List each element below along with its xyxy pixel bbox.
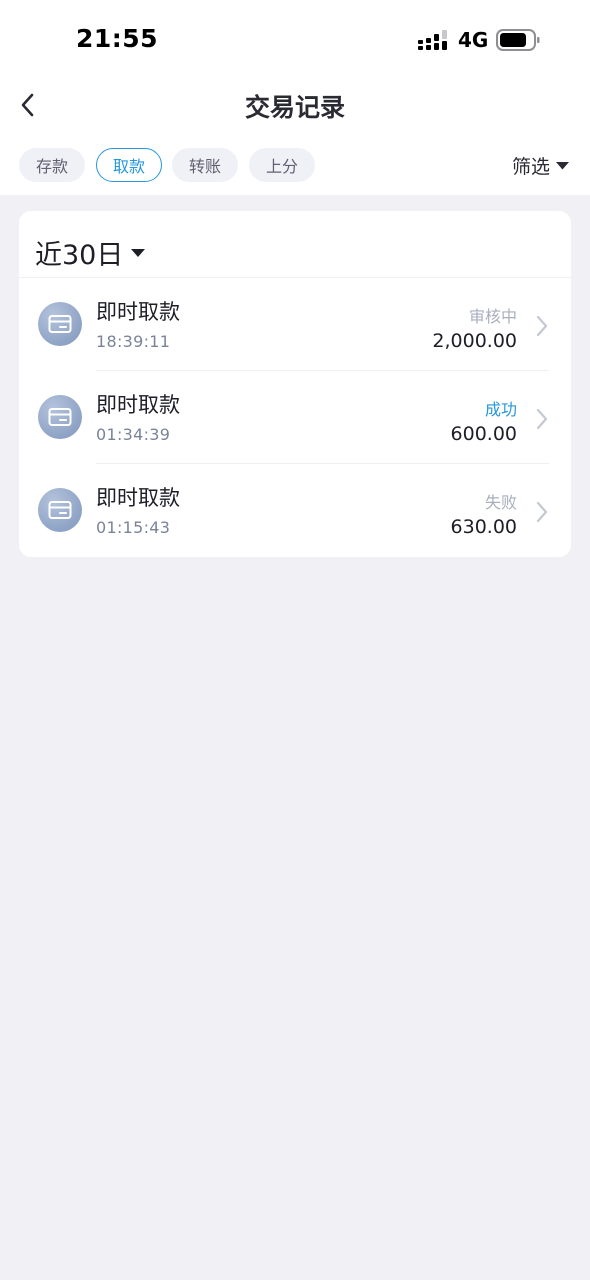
chevron-right-icon [536, 408, 548, 430]
transaction-row[interactable]: 即时取款 01:15:43 失败 630.00 [19, 464, 571, 557]
transaction-card: 近30日 即时取款 18:39:11 审核中 2,000.00 即时取款 01:… [19, 211, 571, 557]
period-selector[interactable]: 近30日 [35, 233, 146, 272]
signal-icon [418, 30, 447, 50]
filter-button[interactable]: 筛选 [512, 151, 570, 179]
card-icon [38, 488, 82, 532]
transaction-time: 01:34:39 [96, 425, 171, 444]
tab-withdraw[interactable]: 取款 [96, 148, 162, 182]
transaction-amount: 600.00 [450, 423, 517, 445]
tab-transfer[interactable]: 转账 [172, 148, 238, 182]
page-title: 交易记录 [244, 93, 345, 122]
transaction-row[interactable]: 即时取款 01:34:39 成功 600.00 [19, 371, 571, 464]
chevron-right-icon [536, 501, 548, 523]
tab-topup[interactable]: 上分 [249, 148, 315, 182]
caret-down-icon [556, 161, 570, 169]
card-icon [38, 302, 82, 346]
transaction-status: 审核中 [468, 307, 517, 326]
transaction-amount: 630.00 [450, 516, 517, 538]
transaction-row[interactable]: 即时取款 18:39:11 审核中 2,000.00 [19, 278, 571, 371]
transaction-time: 18:39:11 [96, 332, 171, 351]
transaction-time: 01:15:43 [96, 518, 171, 537]
transaction-status: 成功 [484, 400, 517, 419]
battery-icon [496, 29, 540, 51]
period-label: 近30日 [35, 240, 124, 271]
transaction-title: 即时取款 [96, 300, 180, 324]
transaction-amount: 2,000.00 [432, 330, 517, 352]
transaction-title: 即时取款 [96, 393, 180, 417]
tab-deposit[interactable]: 存款 [19, 148, 85, 182]
chevron-right-icon [536, 315, 548, 337]
transaction-status: 失败 [484, 493, 517, 512]
caret-down-icon [131, 248, 146, 257]
filter-label: 筛选 [512, 155, 551, 178]
status-time: 21:55 [76, 24, 159, 53]
header-area: 21:55 4G 交易记录 存款 取款 转账 上分 筛选 [0, 0, 590, 195]
network-type: 4G [458, 28, 489, 52]
transaction-title: 即时取款 [96, 486, 180, 510]
card-icon [38, 395, 82, 439]
